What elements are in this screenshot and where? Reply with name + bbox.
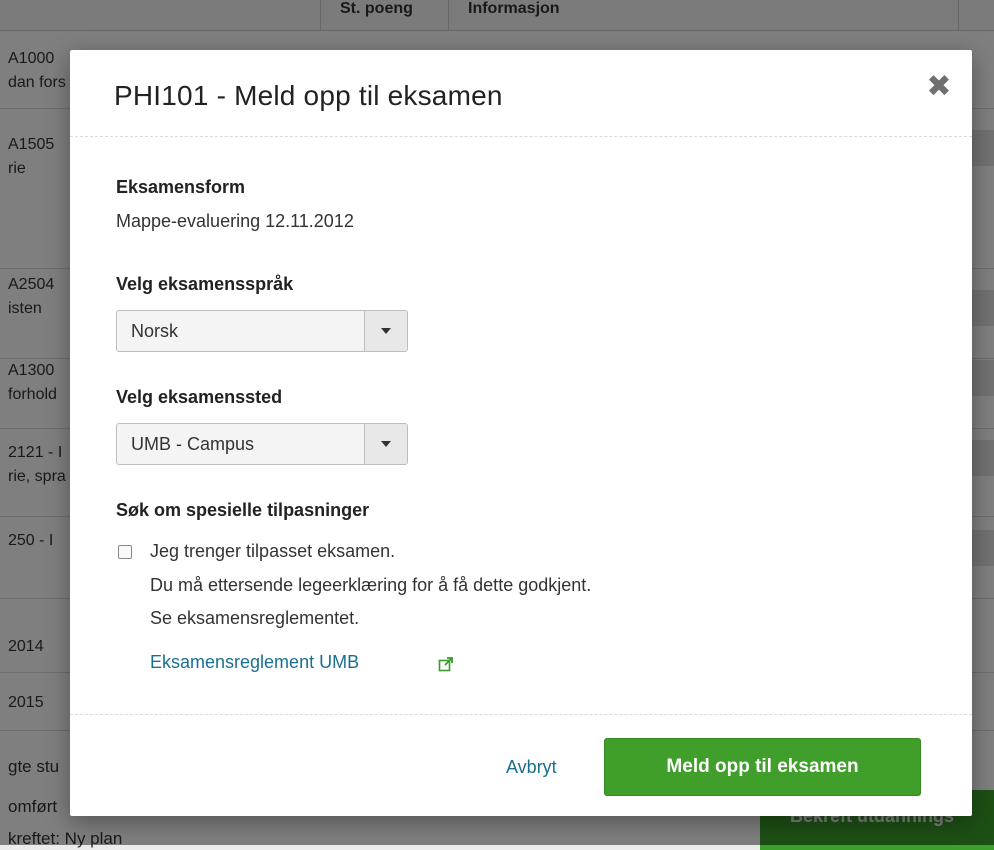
modal-header: PHI101 - Meld opp til eksamen ✖ [70, 50, 972, 137]
medical-note-text: Du må ettersende legeerklæring for å få … [150, 575, 592, 595]
cancel-button[interactable]: Avbryt [506, 757, 557, 778]
register-exam-button[interactable]: Meld opp til eksamen [604, 738, 921, 796]
modal-title: PHI101 - Meld opp til eksamen [114, 80, 503, 111]
chevron-down-icon[interactable] [364, 424, 407, 464]
exam-registration-modal: PHI101 - Meld opp til eksamen ✖ Eksamens… [70, 50, 972, 816]
checkbox-label[interactable]: Jeg trenger tilpasset eksamen. [150, 541, 395, 562]
exam-language-selected: Norsk [131, 321, 179, 341]
exam-language-label: Velg eksamensspråk [116, 274, 294, 294]
modal-footer: Avbryt Meld opp til eksamen [70, 714, 972, 817]
special-accommodations-checkbox[interactable] [118, 545, 132, 559]
exam-form-value: Mappe-evaluering 12.11.2012 [116, 211, 354, 231]
exam-language-select[interactable]: Norsk [116, 310, 408, 352]
chevron-down-icon[interactable] [364, 311, 407, 351]
exam-location-selected: UMB - Campus [131, 434, 255, 454]
exam-location-label: Velg eksamenssted [116, 387, 283, 407]
exam-form-label: Eksamensform [116, 177, 246, 197]
special-accommodations-label: Søk om spesielle tilpasninger [116, 500, 370, 520]
regulations-note-text: Se eksamensreglementet. [150, 608, 360, 628]
close-icon[interactable]: ✖ [926, 72, 952, 102]
exam-regulations-link[interactable]: Eksamensreglement UMB [150, 652, 359, 673]
external-link-icon[interactable] [438, 656, 454, 672]
exam-location-select[interactable]: UMB - Campus [116, 423, 408, 465]
